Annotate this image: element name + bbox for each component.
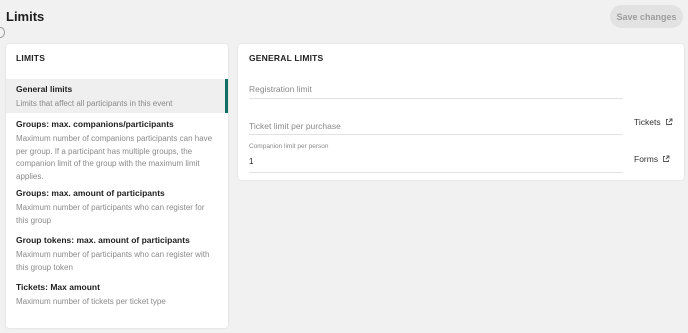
nav-item-group-tokens[interactable]: Group tokens: max. amount of participant… — [6, 235, 228, 274]
collapse-handle-icon[interactable] — [0, 27, 5, 38]
nav-item-description: Maximum number of participants who can r… — [16, 250, 210, 272]
nav-item-title: Tickets: Max amount — [16, 282, 100, 292]
nav-item-description: Limits that affect all participants in t… — [16, 99, 173, 108]
nav-item-description: Maximum number of companions participant… — [16, 134, 213, 181]
limits-nav-card: LIMITS General limits Limits that affect… — [6, 44, 228, 328]
nav-item-description: Maximum number of tickets per ticket typ… — [16, 297, 166, 306]
limits-nav-heading: LIMITS — [16, 53, 46, 63]
external-link-icon — [663, 155, 670, 162]
forms-link-label: Forms — [634, 154, 659, 164]
nav-item-title: General limits — [16, 84, 73, 94]
nav-item-title: Groups: max. companions/participants — [16, 119, 174, 129]
nav-item-groups-participants[interactable]: Groups: max. amount of participants Maxi… — [6, 188, 228, 227]
nav-item-description: Maximum number of participants who can r… — [16, 203, 205, 225]
companion-limit-field[interactable]: Companion limit per person 1 — [249, 143, 623, 173]
general-limits-heading: GENERAL LIMITS — [249, 53, 324, 63]
registration-limit-label: Registration limit — [249, 84, 312, 94]
limits-page: Limits Save changes LIMITS General limit… — [0, 0, 688, 333]
ticket-limit-field[interactable]: Ticket limit per purchase — [249, 121, 623, 135]
companion-limit-label: Companion limit per person — [249, 143, 329, 150]
general-limits-card: GENERAL LIMITS Registration limit Ticket… — [238, 44, 684, 180]
nav-item-general-limits[interactable]: General limits Limits that affect all pa… — [6, 79, 228, 113]
nav-item-title: Group tokens: max. amount of participant… — [16, 235, 190, 245]
external-link-icon — [665, 118, 673, 125]
ticket-limit-label: Ticket limit per purchase — [249, 121, 341, 131]
tickets-link-label: Tickets — [634, 117, 661, 127]
save-changes-button[interactable]: Save changes — [610, 5, 683, 28]
tickets-link[interactable]: Tickets — [634, 117, 673, 127]
nav-item-groups-companions[interactable]: Groups: max. companions/participants Max… — [6, 119, 228, 183]
registration-limit-field[interactable]: Registration limit — [249, 84, 623, 99]
page-title: Limits — [6, 9, 45, 24]
nav-item-tickets-max[interactable]: Tickets: Max amount Maximum number of ti… — [6, 282, 228, 309]
companion-limit-value: 1 — [249, 157, 254, 166]
forms-link[interactable]: Forms — [634, 154, 670, 164]
nav-item-title: Groups: max. amount of participants — [16, 188, 165, 198]
